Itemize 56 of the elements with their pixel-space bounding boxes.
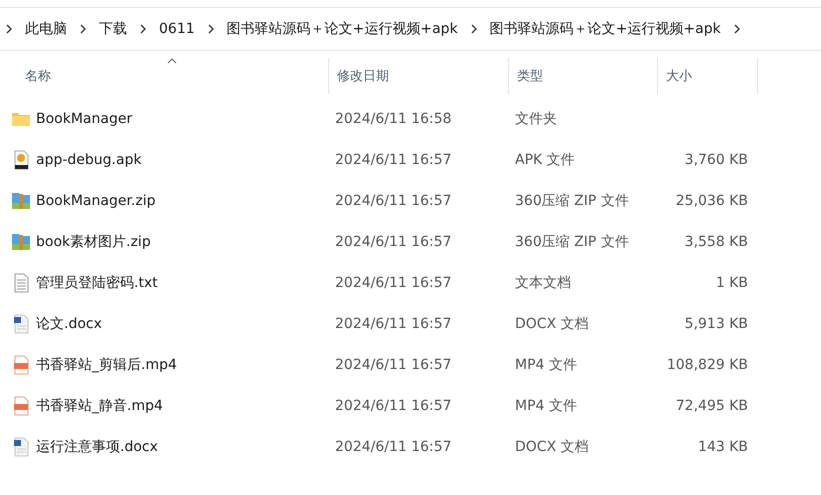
file-type: 360压缩 ZIP 文件: [515, 192, 629, 210]
breadcrumb-item[interactable]: 图书驿站源码＋论文+运行视频+apk: [480, 20, 730, 38]
file-name[interactable]: 论文.docx: [36, 314, 102, 332]
column-header[interactable]: 修改日期: [337, 67, 389, 85]
file-size: 108,829 KB: [666, 356, 748, 372]
file-name[interactable]: 书香驿站_静音.mp4: [36, 396, 163, 414]
breadcrumb-item[interactable]: 0611: [150, 21, 204, 37]
modified-date: 2024/6/11 16:57: [335, 274, 452, 290]
modified-date: 2024/6/11 16:57: [335, 192, 452, 208]
file-name[interactable]: 管理员登陆密码.txt: [36, 274, 158, 292]
file-size: 25,036 KB: [676, 192, 748, 208]
chevron-icon[interactable]: [79, 23, 87, 35]
file-type: MP4 文件: [515, 356, 577, 374]
modified-date: 2024/6/11 16:57: [335, 438, 452, 454]
modified-date: 2024/6/11 16:57: [335, 234, 452, 250]
breadcrumb-item[interactable]: 下载: [90, 20, 136, 38]
document-icon: [11, 314, 31, 334]
file-size: 143 KB: [698, 438, 748, 454]
modified-date: 2024/6/11 16:57: [335, 356, 452, 372]
modified-date: 2024/6/11 16:58: [335, 110, 452, 126]
file-name[interactable]: book素材图片.zip: [36, 232, 151, 250]
file-type: 360压缩 ZIP 文件: [515, 232, 629, 250]
file-type: MP4 文件: [515, 396, 577, 414]
chevron-icon[interactable]: [206, 23, 215, 35]
column-header[interactable]: 名称: [25, 67, 51, 85]
modified-date: 2024/6/11 16:57: [335, 152, 452, 168]
file-type: 文件夹: [515, 110, 557, 128]
file-size: 5,913 KB: [684, 316, 748, 332]
file-size: 3,760 KB: [684, 152, 748, 168]
document-icon: [11, 436, 31, 456]
breadcrumb-item[interactable]: 图书驿站源码＋论文+运行视频+apk: [218, 20, 467, 38]
file-type: DOCX 文档: [515, 438, 589, 456]
file-type: DOCX 文档: [515, 314, 589, 332]
chevron-icon[interactable]: [139, 23, 147, 35]
modified-date: 2024/6/11 16:57: [335, 316, 452, 332]
file-name[interactable]: 运行注意事项.docx: [36, 438, 158, 456]
archive-icon: [11, 190, 31, 210]
file-type: 文本文档: [515, 274, 571, 292]
video-file-icon: [11, 396, 31, 416]
column-header[interactable]: 大小: [666, 67, 692, 85]
file-name[interactable]: BookManager.zip: [36, 192, 156, 208]
archive-icon: [11, 232, 31, 252]
column-header[interactable]: 类型: [517, 67, 543, 85]
file-name[interactable]: 书香驿站_剪辑后.mp4: [36, 356, 177, 374]
file-name[interactable]: app-debug.apk: [36, 152, 142, 168]
file-size: 3,558 KB: [684, 234, 748, 250]
chevron-icon[interactable]: [470, 23, 478, 35]
chevron-icon[interactable]: [5, 23, 13, 35]
file-size: 72,495 KB: [676, 398, 748, 414]
chevron-icon[interactable]: [732, 23, 741, 35]
video-file-icon: [11, 354, 31, 374]
file-type: APK 文件: [515, 150, 575, 168]
file-size: 1 KB: [716, 274, 748, 290]
breadcrumb-item[interactable]: 此电脑: [16, 20, 76, 38]
modified-date: 2024/6/11 16:57: [335, 398, 452, 414]
file-name[interactable]: BookManager: [36, 110, 132, 126]
